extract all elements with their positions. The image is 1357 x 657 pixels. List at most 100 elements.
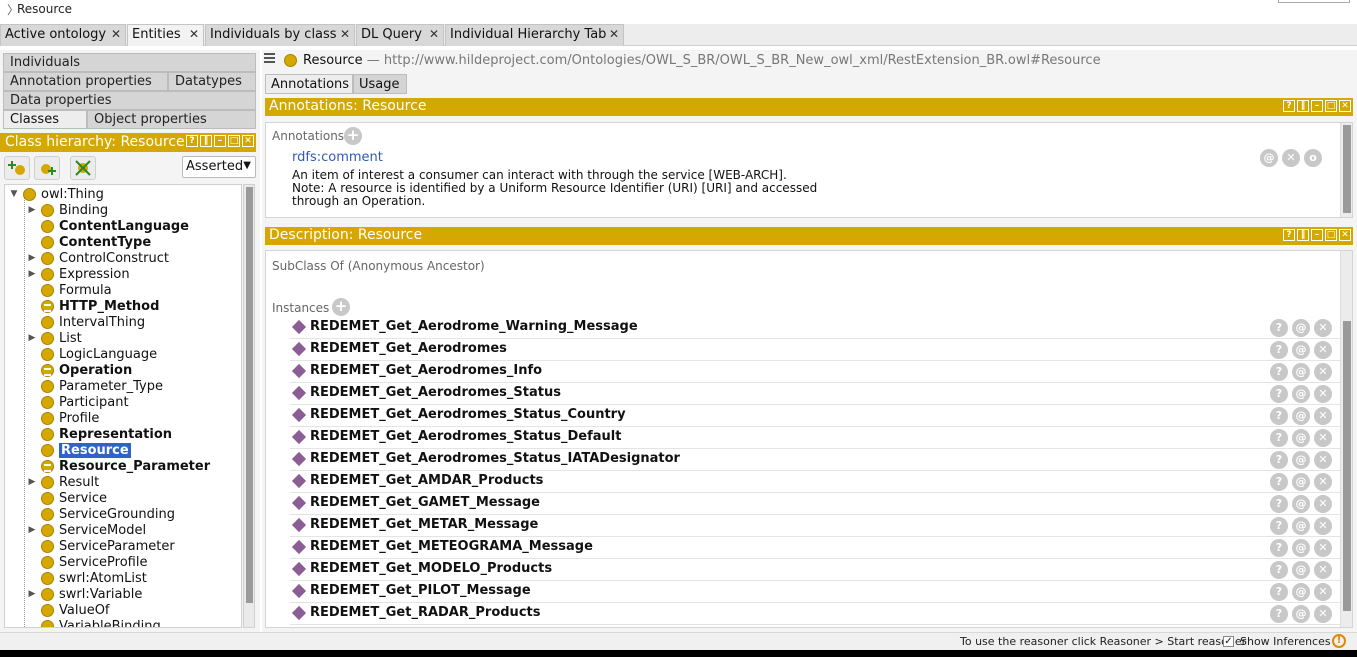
help-button[interactable]: ?: [1270, 363, 1288, 381]
delete-annotation-button[interactable]: ✕: [1282, 149, 1300, 167]
class-tree[interactable]: ▼ owl:Thing ▶ Binding ContentLanguage Conte…: [4, 184, 242, 628]
tree-item[interactable]: Service: [27, 490, 107, 506]
tree-item[interactable]: LogicLanguage: [27, 346, 157, 362]
at-button[interactable]: @: [1292, 473, 1310, 491]
tree-item[interactable]: ▶ ServiceModel: [27, 522, 147, 538]
delete-button[interactable]: ✕: [1314, 583, 1332, 601]
tree-item-root[interactable]: ▼ owl:Thing: [9, 186, 104, 202]
tab-dl-query[interactable]: DL Query ✕: [356, 24, 444, 46]
expand-icon[interactable]: ▶: [27, 333, 37, 343]
expand-icon[interactable]: ▶: [27, 525, 37, 535]
instance-row[interactable]: REDEMET_Get_Aerodromes_Status? @ ✕: [290, 383, 1340, 405]
minimize-icon[interactable]: –: [1311, 100, 1323, 112]
delete-button[interactable]: ✕: [1314, 385, 1332, 403]
maximize-icon[interactable]: □: [1325, 229, 1337, 241]
menu-icon[interactable]: [264, 53, 275, 63]
tree-item[interactable]: HTTP_Method: [27, 298, 159, 314]
instance-row[interactable]: REDEMET_Get_METAR_Message? @ ✕: [290, 515, 1340, 537]
help-icon[interactable]: ?: [186, 135, 198, 147]
tree-item[interactable]: Participant: [27, 394, 129, 410]
tree-item[interactable]: ContentType: [27, 234, 151, 250]
tree-item[interactable]: IntervalThing: [27, 314, 145, 330]
tree-item[interactable]: ▶ swrl:Variable: [27, 586, 143, 602]
tab-classes[interactable]: Classes: [3, 110, 87, 129]
close-icon[interactable]: ✕: [609, 27, 619, 41]
tree-item[interactable]: ▶ List: [27, 330, 82, 346]
scrollbar-thumb[interactable]: [1343, 125, 1351, 213]
close-icon[interactable]: ✕: [429, 27, 439, 41]
help-button[interactable]: ?: [1270, 561, 1288, 579]
instance-row[interactable]: REDEMET_Get_Aerodromes_Status_Country? @ ✕: [290, 405, 1340, 427]
tree-item[interactable]: ▶ Expression: [27, 266, 130, 282]
tab-individual-hierarchy[interactable]: Individual Hierarchy Tab ✕: [445, 24, 624, 46]
delete-button[interactable]: ✕: [1314, 473, 1332, 491]
close-icon[interactable]: ✕: [189, 27, 199, 41]
expand-icon[interactable]: ▶: [27, 253, 37, 263]
delete-button[interactable]: ✕: [1314, 363, 1332, 381]
instance-row[interactable]: REDEMET_Get_Aerodromes_Status_Default? @ ✕: [290, 427, 1340, 449]
help-button[interactable]: ?: [1270, 605, 1288, 623]
delete-button[interactable]: ✕: [1314, 341, 1332, 359]
split-icon[interactable]: ‖: [1297, 229, 1309, 241]
delete-button[interactable]: ✕: [1314, 319, 1332, 337]
close-icon[interactable]: ✕: [111, 27, 121, 41]
tree-item[interactable]: ▶ ControlConstruct: [27, 250, 169, 266]
instance-row[interactable]: REDEMET_Get_Aerodromes? @ ✕: [290, 339, 1340, 361]
tab-annotation-properties[interactable]: Annotation properties: [3, 72, 168, 91]
tree-item[interactable]: Operation: [27, 362, 132, 378]
expand-icon[interactable]: ▶: [27, 205, 37, 215]
minimize-icon[interactable]: –: [1311, 229, 1323, 241]
help-icon[interactable]: ?: [1283, 100, 1295, 112]
expand-icon[interactable]: ▶: [27, 269, 37, 279]
at-button[interactable]: @: [1292, 561, 1310, 579]
tab-annotations[interactable]: Annotations: [265, 74, 353, 94]
tree-item[interactable]: Resource: [27, 441, 132, 459]
tree-item[interactable]: Formula: [27, 282, 112, 298]
at-button[interactable]: @: [1292, 539, 1310, 557]
tab-datatypes[interactable]: Datatypes: [168, 72, 256, 91]
delete-button[interactable]: ✕: [1314, 429, 1332, 447]
tab-individuals[interactable]: Individuals: [3, 53, 256, 72]
help-button[interactable]: ?: [1270, 429, 1288, 447]
class-tree-scrollbar[interactable]: [243, 184, 255, 628]
at-button[interactable]: @: [1292, 319, 1310, 337]
help-button[interactable]: ?: [1270, 319, 1288, 337]
tab-individuals-by-class[interactable]: Individuals by class ✕: [205, 24, 355, 46]
instance-row[interactable]: REDEMET_Get_MODELO_Products? @ ✕: [290, 559, 1340, 581]
tree-item[interactable]: ▶ Binding: [27, 202, 109, 218]
at-button[interactable]: @: [1292, 429, 1310, 447]
instance-row[interactable]: REDEMET_Get_METEOGRAMA_Message? @ ✕: [290, 537, 1340, 559]
close-icon[interactable]: ✕: [340, 27, 350, 41]
expand-icon[interactable]: ▶: [27, 589, 37, 599]
tab-data-properties[interactable]: Data properties: [3, 91, 256, 110]
instance-row[interactable]: REDEMET_Get_Aerodromes_Status_IATADesign…: [290, 449, 1340, 471]
scrollbar-thumb[interactable]: [1343, 321, 1351, 611]
warning-icon[interactable]: !: [1332, 634, 1346, 648]
maximize-icon[interactable]: □: [1325, 100, 1337, 112]
tree-item[interactable]: VariableBinding: [27, 618, 161, 627]
annotation-language-button[interactable]: @: [1260, 149, 1278, 167]
tree-item[interactable]: ServiceGrounding: [27, 506, 175, 522]
hierarchy-mode-select[interactable]: Asserted ▼: [182, 156, 256, 178]
help-icon[interactable]: ?: [1283, 229, 1295, 241]
tree-item[interactable]: ServiceParameter: [27, 538, 175, 554]
at-button[interactable]: @: [1292, 605, 1310, 623]
add-sibling-button[interactable]: [34, 156, 60, 180]
instance-row[interactable]: REDEMET_Get_Aerodromes_Info? @ ✕: [290, 361, 1340, 383]
tree-item[interactable]: Profile: [27, 410, 99, 426]
breadcrumb-text[interactable]: Resource: [17, 2, 72, 16]
tab-active-ontology[interactable]: Active ontology ✕: [0, 24, 126, 46]
at-button[interactable]: @: [1292, 407, 1310, 425]
tree-item[interactable]: ServiceProfile: [27, 554, 147, 570]
help-button[interactable]: ?: [1270, 517, 1288, 535]
minimize-icon[interactable]: –: [214, 135, 226, 147]
add-instance-button[interactable]: +: [332, 298, 350, 316]
tree-item[interactable]: ValueOf: [27, 602, 110, 618]
close-view-icon[interactable]: ✕: [1339, 100, 1351, 112]
instance-row[interactable]: REDEMET_Get_PILOT_Message? @ ✕: [290, 581, 1340, 603]
delete-button[interactable]: ✕: [1314, 407, 1332, 425]
split-icon[interactable]: ‖: [200, 135, 212, 147]
at-button[interactable]: @: [1292, 583, 1310, 601]
annotation-options-button[interactable]: o: [1304, 149, 1322, 167]
annotation-property[interactable]: rdfs:comment: [292, 150, 383, 165]
